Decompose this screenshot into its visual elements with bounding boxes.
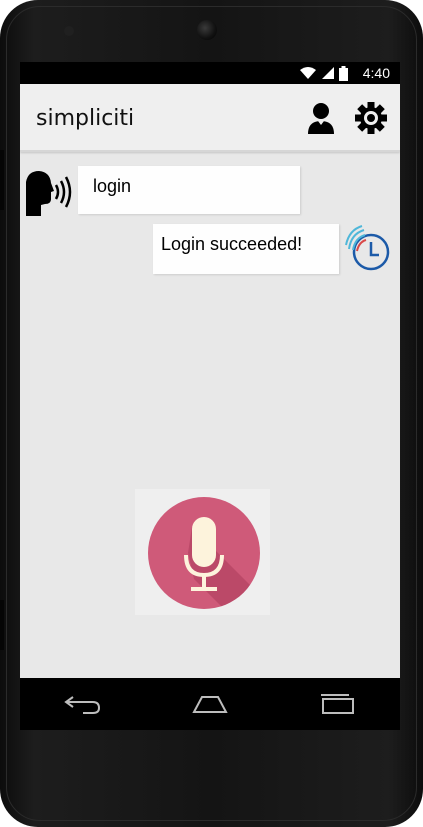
app-bar: simpliciti: [20, 84, 400, 152]
front-camera: [197, 20, 217, 40]
back-button[interactable]: [53, 684, 113, 724]
app-title: simpliciti: [36, 106, 135, 131]
side-button: [0, 600, 4, 650]
message-bubble-user: login: [78, 166, 300, 214]
mic-panel: [135, 489, 270, 615]
phone-device: 4:40 simpliciti login Login succeeded!: [0, 0, 423, 827]
mic-button[interactable]: [148, 497, 260, 609]
navigation-bar: [20, 678, 400, 730]
message-text: Login succeeded!: [161, 234, 303, 254]
message-bubble-assistant: Login succeeded!: [153, 224, 339, 274]
screen: 4:40 simpliciti login Login succeeded!: [20, 62, 400, 678]
settings-button[interactable]: [354, 100, 388, 136]
status-icons: [299, 65, 348, 81]
proximity-sensor: [64, 26, 74, 36]
back-icon: [64, 696, 101, 714]
message-row-user: login: [20, 166, 400, 222]
home-button[interactable]: [180, 684, 240, 724]
microphone-icon: [184, 517, 260, 609]
recents-button[interactable]: [307, 684, 367, 724]
volume-button: [0, 150, 4, 210]
status-time: 4:40: [362, 65, 390, 81]
profile-button[interactable]: [304, 100, 338, 136]
message-text: login: [93, 176, 132, 196]
assistant-avatar: [342, 222, 396, 276]
home-icon: [192, 696, 228, 713]
speaking-head-icon: [26, 171, 72, 216]
status-bar: 4:40: [20, 62, 400, 84]
user-icon: [308, 103, 334, 134]
user-avatar: [22, 166, 76, 220]
recents-icon: [320, 694, 354, 714]
gear-icon: [355, 102, 387, 134]
signal-icon: [322, 67, 334, 79]
wifi-icon: [300, 67, 316, 79]
battery-icon: [339, 65, 348, 81]
message-row-assistant: Login succeeded!: [20, 222, 400, 282]
assistant-logo-icon: [345, 225, 390, 271]
